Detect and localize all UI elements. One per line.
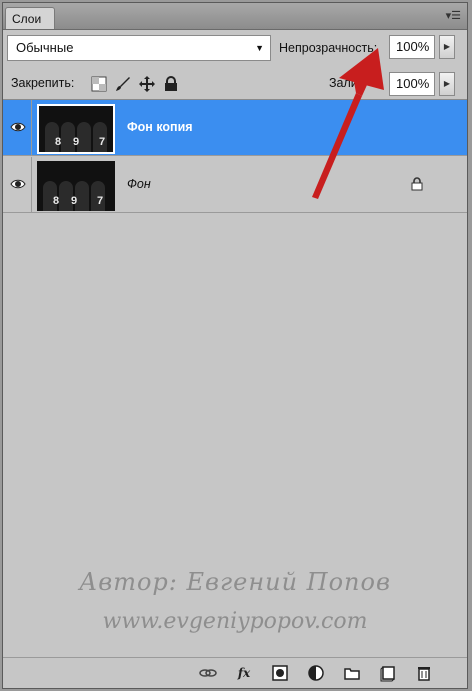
thumb-number: 8 xyxy=(53,195,60,207)
chevron-down-icon: ▼ xyxy=(255,43,264,53)
thumb-number: 9 xyxy=(73,136,80,148)
new-layer-icon[interactable] xyxy=(379,664,397,682)
fill-label: Зали xyxy=(329,76,358,90)
lock-image-pixels-icon[interactable] xyxy=(115,76,131,92)
layer-name[interactable]: Фон копия xyxy=(127,120,193,134)
visibility-toggle[interactable] xyxy=(5,100,32,155)
layer-name[interactable]: Фон xyxy=(127,177,151,191)
thumb-number: 8 xyxy=(55,136,62,148)
thumb-number: 7 xyxy=(97,195,104,207)
panel-titlebar: Слои ▾☰ xyxy=(3,3,467,30)
eye-icon xyxy=(10,122,26,132)
lock-fill-row: Закрепить: Зали 100% ▶ xyxy=(3,69,467,99)
eye-icon xyxy=(10,179,26,189)
opacity-input[interactable]: 100% xyxy=(389,35,435,59)
fx-icon[interactable]: fx xyxy=(235,664,253,682)
thumb-number: 7 xyxy=(99,136,106,148)
fill-slider-button[interactable]: ▶ xyxy=(439,72,455,96)
blend-opacity-row: Обычные ▼ Непрозрачность: 100% ▶ xyxy=(3,33,467,67)
tab-layers[interactable]: Слои xyxy=(5,7,55,29)
lock-all-icon[interactable] xyxy=(163,76,179,92)
blend-mode-select[interactable]: Обычные ▼ xyxy=(7,35,271,61)
layer-row-background-copy[interactable]: 8 9 7 Фон копия xyxy=(3,100,467,156)
lock-label: Закрепить: xyxy=(11,76,75,90)
layer-row-background[interactable]: 8 9 7 Фон xyxy=(3,157,467,213)
lock-position-icon[interactable] xyxy=(139,76,155,92)
lock-transparent-pixels-icon[interactable] xyxy=(91,76,107,92)
thumb-number: 9 xyxy=(71,195,78,207)
layer-mask-icon[interactable] xyxy=(271,664,289,682)
panel-menu-icon[interactable]: ▾☰ xyxy=(446,9,461,22)
link-layers-icon[interactable] xyxy=(199,664,217,682)
blend-mode-value: Обычные xyxy=(16,40,74,55)
visibility-toggle[interactable] xyxy=(5,157,32,212)
layers-panel: Слои ▾☰ Обычные ▼ Непрозрачность: 100% ▶… xyxy=(2,2,468,689)
delete-layer-icon[interactable] xyxy=(415,664,433,682)
fill-input[interactable]: 100% xyxy=(389,72,435,96)
new-group-icon[interactable] xyxy=(343,664,361,682)
adjustment-layer-icon[interactable] xyxy=(307,664,325,682)
watermark-url: www.evgeniypopov.com xyxy=(102,609,368,634)
opacity-slider-button[interactable]: ▶ xyxy=(439,35,455,59)
lock-icon xyxy=(411,177,423,196)
opacity-label: Непрозрачность: xyxy=(279,41,378,55)
layer-thumbnail: 8 9 7 xyxy=(37,161,115,211)
panel-bottom-toolbar: fx xyxy=(3,657,467,688)
layer-thumbnail: 8 9 7 xyxy=(37,104,115,154)
watermark-author: Автор: Евгений Попов xyxy=(79,568,391,596)
